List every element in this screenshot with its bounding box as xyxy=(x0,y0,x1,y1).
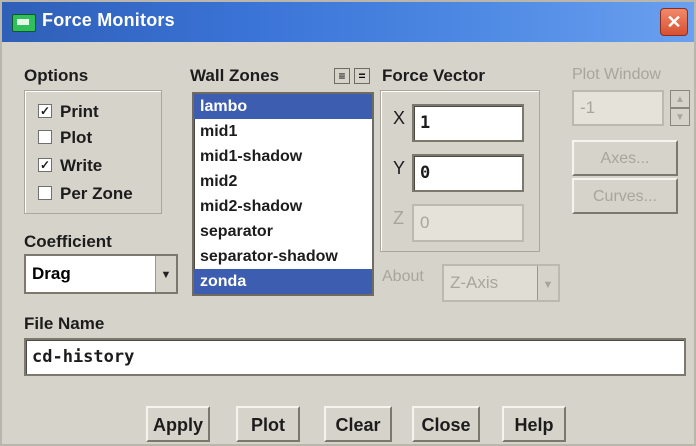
force-vector-label: Force Vector xyxy=(382,66,485,85)
app-icon xyxy=(12,14,36,32)
wall-zone-item[interactable]: separator xyxy=(194,219,372,244)
coefficient-combo[interactable]: Drag ▼ xyxy=(24,254,178,294)
plot-window-label: Plot Window xyxy=(572,66,661,83)
z-label: Z xyxy=(393,208,404,228)
option-per-zone-checkbox[interactable]: Per Zone xyxy=(38,184,133,204)
curves-button[interactable]: Curves... xyxy=(572,178,678,214)
wall-zone-item[interactable]: mid1-shadow xyxy=(194,144,372,169)
option-label: Write xyxy=(60,156,103,175)
option-print-checkbox[interactable]: ✓ Print xyxy=(38,102,99,122)
plot-button[interactable]: Plot xyxy=(236,406,300,442)
force-monitors-dialog: Force Monitors ✕ Options ✓ Print Plot ✓ Writ… xyxy=(0,0,696,446)
wall-zone-item[interactable]: separator-shadow xyxy=(194,244,372,269)
wall-zone-item[interactable]: mid2-shadow xyxy=(194,194,372,219)
y-label: Y xyxy=(393,158,406,178)
axes-button[interactable]: Axes... xyxy=(572,140,678,176)
checkbox-icon xyxy=(38,185,52,200)
options-label: Options xyxy=(24,66,89,85)
title-bar[interactable]: Force Monitors ✕ xyxy=(2,2,694,42)
wall-zones-list[interactable]: lambo mid1 mid1-shadow mid2 mid2-shadow separ… xyxy=(192,92,374,296)
checkbox-icon xyxy=(38,129,52,144)
option-label: Per Zone xyxy=(60,184,133,203)
y-field[interactable]: 0 xyxy=(412,154,524,192)
z-field[interactable]: 0 xyxy=(412,204,524,242)
plot-window-down-icon[interactable]: ▼ xyxy=(670,108,690,126)
coefficient-label: Coefficient xyxy=(24,232,112,251)
wall-zone-item[interactable]: lambo xyxy=(194,94,372,119)
clear-button[interactable]: Clear xyxy=(324,406,392,442)
plot-window-up-icon[interactable]: ▲ xyxy=(670,90,690,108)
about-dropdown-icon: ▼ xyxy=(537,266,558,300)
option-plot-checkbox[interactable]: Plot xyxy=(38,128,92,148)
window-title: Force Monitors xyxy=(42,10,175,30)
about-combo[interactable]: Z-Axis ▼ xyxy=(442,264,560,302)
checkbox-icon: ✓ xyxy=(38,157,52,172)
file-name-field[interactable]: cd-history xyxy=(24,338,686,376)
wall-zone-item[interactable]: zonda xyxy=(194,269,372,294)
close-button[interactable]: Close xyxy=(412,406,480,442)
about-label: About xyxy=(382,268,424,285)
deselect-all-zones-button[interactable]: = xyxy=(354,68,370,84)
x-field[interactable]: 1 xyxy=(412,104,524,142)
wall-zone-item[interactable]: mid1 xyxy=(194,119,372,144)
plot-window-field[interactable]: -1 xyxy=(572,90,664,126)
option-write-checkbox[interactable]: ✓ Write xyxy=(38,156,102,176)
wall-zone-item[interactable]: mid2 xyxy=(194,169,372,194)
select-all-zones-button[interactable]: ≡ xyxy=(334,68,350,84)
file-name-label: File Name xyxy=(24,314,105,333)
close-window-button[interactable]: ✕ xyxy=(660,8,688,36)
x-label: X xyxy=(393,108,406,128)
help-button[interactable]: Help xyxy=(502,406,566,442)
option-label: Print xyxy=(60,102,99,121)
coefficient-value: Drag xyxy=(32,264,71,283)
option-label: Plot xyxy=(60,128,93,147)
checkbox-icon: ✓ xyxy=(38,103,52,118)
apply-button[interactable]: Apply xyxy=(146,406,210,442)
about-value: Z-Axis xyxy=(450,273,499,292)
wall-zones-label: Wall Zones xyxy=(190,66,280,85)
coefficient-dropdown-icon: ▼ xyxy=(155,256,176,292)
